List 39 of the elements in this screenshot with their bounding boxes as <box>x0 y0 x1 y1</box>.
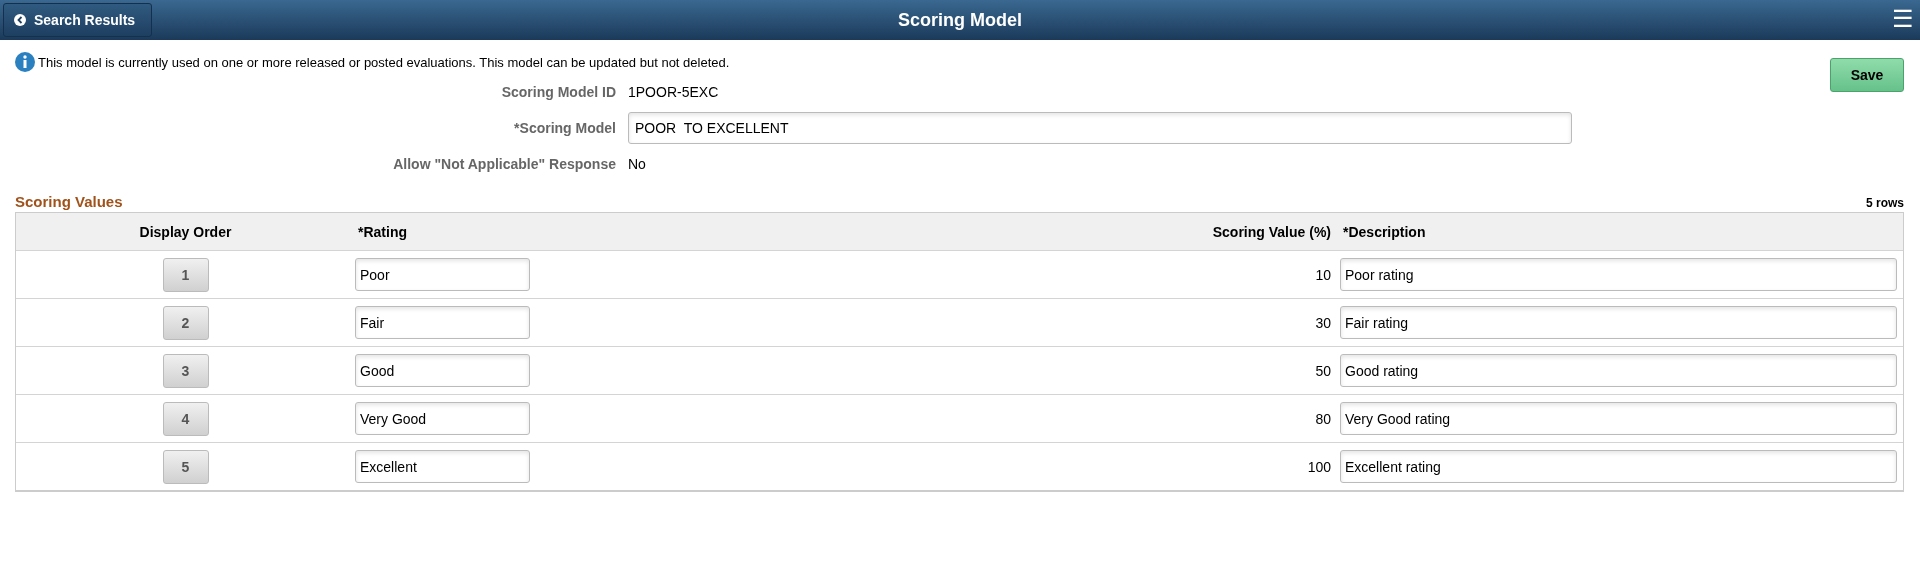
table-cell-text: 50 <box>1314 362 1332 379</box>
info-message: This model is currently used on one or more released or posted evaluations. This model can be updated but not deleted. <box>38 54 730 70</box>
back-button[interactable]: Search Results <box>3 3 153 37</box>
description-field[interactable]: Fair rating <box>1340 306 1897 339</box>
table-cell-text: 30 <box>1314 314 1332 331</box>
column-header: Display Order <box>138 223 233 240</box>
info-icon <box>14 51 36 73</box>
field-value: No <box>628 156 646 172</box>
table-cell-text: 100 <box>1306 458 1332 475</box>
section-title: Scoring Values <box>15 193 123 210</box>
row-count: 5 rows <box>1866 196 1904 210</box>
order-button[interactable]: 2 <box>162 305 209 340</box>
menu-button[interactable]: ☰ <box>1892 6 1914 32</box>
field-label: Scoring Model ID <box>500 84 617 100</box>
field-label: Allow "Not Applicable" Response <box>392 156 617 172</box>
rating-field[interactable]: Very Good <box>355 402 530 435</box>
table-cell-text: 80 <box>1314 410 1332 427</box>
field-value: 1POOR-5EXC <box>628 84 719 100</box>
order-button[interactable]: 5 <box>162 449 209 484</box>
description-field[interactable]: Very Good rating <box>1340 402 1897 435</box>
rating-field[interactable]: Good <box>355 354 530 387</box>
table-cell-text: 10 <box>1314 266 1332 283</box>
rating-field[interactable]: Fair <box>355 306 530 339</box>
field-label: *Scoring Model <box>513 120 617 136</box>
description-field[interactable]: Poor rating <box>1340 258 1897 291</box>
description-field[interactable]: Excellent rating <box>1340 450 1897 483</box>
order-button[interactable]: 1 <box>162 257 209 292</box>
order-button[interactable]: 3 <box>162 353 209 388</box>
column-header: *Rating <box>357 223 408 240</box>
rating-field[interactable]: Poor <box>355 258 530 291</box>
order-button[interactable]: 4 <box>162 401 209 436</box>
description-field[interactable]: Good rating <box>1340 354 1897 387</box>
save-button[interactable]: Save <box>1830 58 1904 92</box>
rating-field[interactable]: Excellent <box>355 450 530 483</box>
chevron-left-icon <box>14 14 26 26</box>
column-header: *Description <box>1342 223 1427 240</box>
text-field[interactable]: POOR TO EXCELLENT <box>628 112 1572 144</box>
page-title: Scoring Model <box>898 9 1022 30</box>
column-header: Scoring Value (%) <box>1211 223 1332 240</box>
